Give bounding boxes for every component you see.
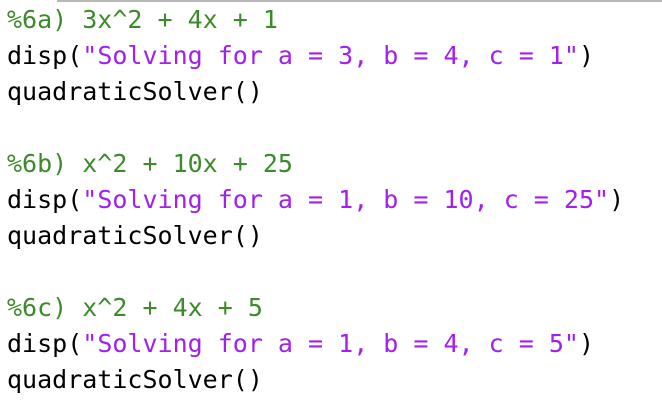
- string-literal: "Solving for a = 1, b = 10, c = 25": [82, 185, 610, 214]
- code-line-disp-6c[interactable]: disp("Solving for a = 1, b = 4, c = 5"): [7, 326, 594, 362]
- disp-keyword: disp(: [7, 41, 83, 70]
- closing-paren: ): [578, 329, 595, 358]
- code-line-disp-6a[interactable]: disp("Solving for a = 3, b = 4, c = 1"): [7, 38, 594, 74]
- code-line-call-6a[interactable]: quadraticSolver(): [7, 74, 263, 110]
- code-line-disp-6b[interactable]: disp("Solving for a = 1, b = 10, c = 25"…: [7, 182, 624, 218]
- disp-keyword: disp(: [7, 185, 83, 214]
- string-literal: "Solving for a = 3, b = 4, c = 1": [82, 41, 579, 70]
- code-line-comment-6c[interactable]: %6c) x^2 + 4x + 5: [7, 290, 263, 326]
- comment-text: %6c) x^2 + 4x + 5: [7, 293, 263, 322]
- function-call: quadraticSolver(): [7, 221, 263, 250]
- code-line-call-6c[interactable]: quadraticSolver(): [7, 362, 263, 398]
- closing-paren: ): [609, 185, 625, 214]
- code-line-comment-6a[interactable]: %6a) 3x^2 + 4x + 1: [7, 2, 278, 38]
- disp-keyword: disp(: [7, 329, 83, 358]
- string-literal: "Solving for a = 1, b = 4, c = 5": [82, 329, 579, 358]
- code-editor[interactable]: %6a) 3x^2 + 4x + 1 disp("Solving for a =…: [0, 0, 662, 412]
- code-line-call-6b[interactable]: quadraticSolver(): [7, 218, 263, 254]
- comment-text: %6a) 3x^2 + 4x + 1: [7, 5, 278, 34]
- function-call: quadraticSolver(): [7, 77, 263, 106]
- closing-paren: ): [578, 41, 595, 70]
- function-call: quadraticSolver(): [7, 365, 263, 394]
- comment-text: %6b) x^2 + 10x + 25: [7, 149, 293, 178]
- code-line-comment-6b[interactable]: %6b) x^2 + 10x + 25: [7, 146, 293, 182]
